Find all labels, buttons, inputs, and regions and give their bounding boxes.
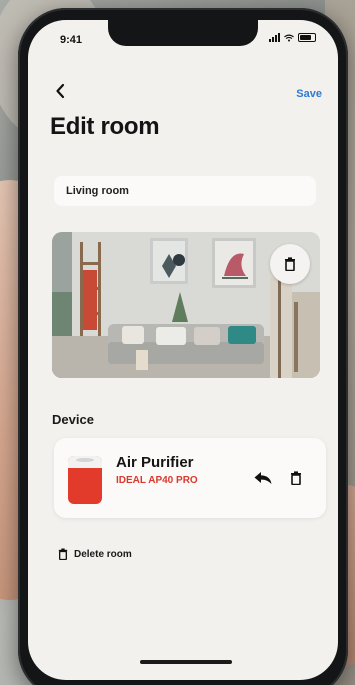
save-button[interactable]: Save xyxy=(296,88,322,100)
battery-icon xyxy=(298,33,316,42)
status-time: 9:41 xyxy=(60,34,83,46)
back-button[interactable] xyxy=(52,82,68,100)
wifi-icon xyxy=(284,34,294,42)
photo-delete-button[interactable] xyxy=(270,244,310,284)
delete-room-label: Delete room xyxy=(74,548,132,560)
photo-scene: 9:41 Save Edit room Living room Device A… xyxy=(0,0,355,685)
delete-room-button[interactable]: Delete room xyxy=(58,548,132,560)
status-icons xyxy=(269,33,316,42)
trash-icon xyxy=(58,548,68,560)
device-name: Air Purifier xyxy=(116,454,194,471)
phone-screen: 9:41 Save Edit room Living room Device A… xyxy=(28,20,338,680)
air-purifier-image xyxy=(68,456,102,504)
room-photo[interactable] xyxy=(52,232,320,378)
page-title: Edit room xyxy=(50,113,160,140)
home-indicator[interactable] xyxy=(140,660,232,664)
camera-notch xyxy=(108,20,258,46)
chevron-left-icon xyxy=(56,83,65,99)
signal-icon xyxy=(269,33,280,42)
room-name-input[interactable] xyxy=(54,176,316,206)
trash-icon xyxy=(291,471,301,485)
device-card[interactable]: Air Purifier IDEAL AP40 PRO xyxy=(54,438,326,518)
reply-arrow-icon xyxy=(254,472,272,484)
trash-icon xyxy=(285,257,295,271)
device-model: IDEAL AP40 PRO xyxy=(116,475,198,486)
device-section-heading: Device xyxy=(52,412,94,427)
reassign-device-button[interactable] xyxy=(252,468,274,488)
phone-frame: 9:41 Save Edit room Living room Device A… xyxy=(18,8,348,685)
device-delete-button[interactable] xyxy=(286,467,306,489)
